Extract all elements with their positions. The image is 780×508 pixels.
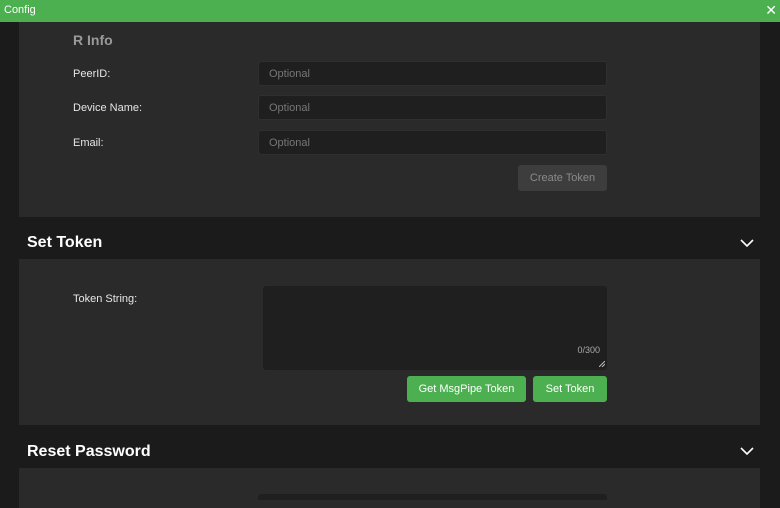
set-token-header[interactable]: Set Token xyxy=(0,222,780,264)
email-input[interactable] xyxy=(258,130,607,155)
reset-password-panel xyxy=(19,468,760,508)
reset-password-input[interactable] xyxy=(258,494,607,500)
peer-id-label: PeerID: xyxy=(73,68,111,80)
chevron-down-icon[interactable] xyxy=(739,443,755,459)
close-icon[interactable]: ✕ xyxy=(765,1,777,19)
window-titlebar: Config ✕ xyxy=(0,0,780,22)
reset-password-header[interactable]: Reset Password xyxy=(0,431,780,473)
peer-id-input[interactable] xyxy=(258,61,607,86)
info-section-title: R Info xyxy=(73,32,113,48)
window-title: Config xyxy=(4,4,36,16)
token-string-input[interactable] xyxy=(263,286,607,370)
token-string-field: 0/300 xyxy=(263,286,607,370)
resize-grip-icon[interactable] xyxy=(599,361,605,367)
token-string-label: Token String: xyxy=(73,293,138,305)
chevron-down-icon[interactable] xyxy=(739,235,755,251)
email-label: Email: xyxy=(73,137,104,149)
token-char-counter: 0/300 xyxy=(577,345,600,355)
set-token-title: Set Token xyxy=(27,234,103,251)
create-token-button[interactable]: Create Token xyxy=(518,165,607,191)
device-name-label: Device Name: xyxy=(73,102,143,114)
device-name-input[interactable] xyxy=(258,95,607,120)
set-token-button[interactable]: Set Token xyxy=(533,376,607,402)
get-msgpipe-token-button[interactable]: Get MsgPipe Token xyxy=(407,376,526,402)
reset-password-title: Reset Password xyxy=(27,443,151,460)
